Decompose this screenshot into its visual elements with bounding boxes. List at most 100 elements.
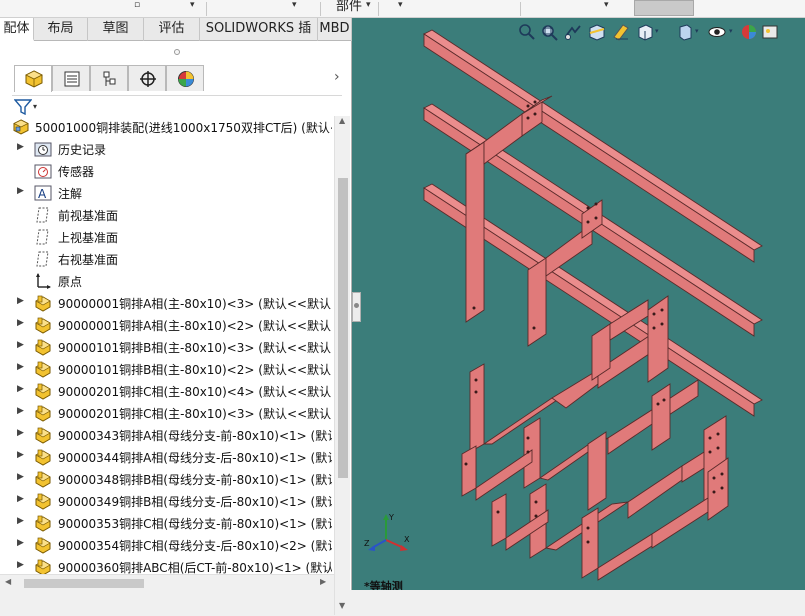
- tree-item-label: 传感器: [58, 165, 95, 179]
- tree-item-label: 90000201铜排C相(主-80x10)<4> (默认<<默认>_显: [58, 385, 332, 399]
- expand-arrow-icon[interactable]: ▶: [17, 472, 24, 482]
- part-icon: [35, 361, 51, 378]
- tree-item-label: 90000101铜排B相(主-80x10)<2> (默认<<默认>_显: [58, 363, 332, 377]
- tab-mbd[interactable]: MBD: [318, 18, 352, 41]
- scroll-left-arrow-icon[interactable]: ◀: [5, 577, 11, 586]
- plane-icon: [36, 207, 49, 223]
- expand-arrow-icon[interactable]: ▶: [17, 142, 24, 152]
- part-icon: [35, 515, 51, 532]
- part-icon: [35, 537, 51, 554]
- tree-item-part[interactable]: ▶ 90000344铜排A相(母线分支-后-80x10)<1> (默认<: [0, 446, 334, 468]
- tree-item-label: 原点: [58, 275, 83, 289]
- toolbar-dropdown-arrow-icon[interactable]: ▾: [292, 0, 297, 10]
- panel-collapse-handle[interactable]: [352, 292, 361, 322]
- parts-label[interactable]: 部件: [336, 0, 362, 14]
- expand-arrow-icon[interactable]: ▶: [17, 318, 24, 328]
- tree-item-label: 历史记录: [58, 143, 107, 157]
- coordinate-triad: Y X Z: [364, 513, 410, 551]
- propertymanager-tab[interactable]: [52, 65, 90, 91]
- toolbar-dropdown-arrow-icon[interactable]: ▾: [398, 0, 403, 10]
- part-icon: [35, 471, 51, 488]
- tab-assembly[interactable]: 配体: [0, 18, 34, 41]
- tab-sketch[interactable]: 草图: [88, 18, 144, 41]
- tree-item-part[interactable]: ▶ 90000349铜排B相(母线分支-后-80x10)<1> (默认<: [0, 490, 334, 512]
- panel-grip-handle[interactable]: [174, 49, 180, 55]
- scroll-down-arrow-icon[interactable]: ▼: [339, 601, 345, 610]
- tab-evaluate[interactable]: 评估: [144, 18, 200, 41]
- toolbar-scroll-icon[interactable]: ▫: [134, 0, 140, 10]
- expand-arrow-icon[interactable]: ▶: [17, 406, 24, 416]
- expand-arrow-icon[interactable]: ▶: [17, 450, 24, 460]
- expand-arrow-icon[interactable]: ▶: [17, 538, 24, 548]
- filter-dropdown-icon[interactable]: ▾: [33, 102, 37, 111]
- tree-root[interactable]: 50001000铜排装配(进线1000x1750双排CT后) (默认<默: [0, 116, 334, 138]
- expand-arrow-icon[interactable]: ▶: [17, 560, 24, 570]
- tree-item-right-plane[interactable]: 右视基准面: [0, 248, 334, 270]
- tree-item-part[interactable]: ▶ 90000001铜排A相(主-80x10)<2> (默认<<默认>_显: [0, 314, 334, 336]
- command-manager-tabs: 配体 布局 草图 评估 SOLIDWORKS 插件 MBD: [0, 18, 352, 58]
- tree-item-label: 90000353铜排C相(母线分支-前-80x10)<1> (默认<: [58, 517, 332, 531]
- tree-item-part[interactable]: ▶ 90000201铜排C相(主-80x10)<4> (默认<<默认>_显: [0, 380, 334, 402]
- tree-item-label: 90000201铜排C相(主-80x10)<3> (默认<<默认>_显: [58, 407, 332, 421]
- expand-arrow-icon[interactable]: ▶: [17, 494, 24, 504]
- dimxpertmanager-tab[interactable]: [128, 65, 166, 91]
- tab-solidworks-addins[interactable]: SOLIDWORKS 插件: [200, 18, 318, 58]
- tree-item-label: 前视基准面: [58, 209, 119, 223]
- configurationmanager-tab[interactable]: [90, 65, 128, 91]
- triad-x-label: X: [404, 535, 410, 544]
- tree-item-label: 90000343铜排A相(母线分支-前-80x10)<1> (默认<: [58, 429, 332, 443]
- expand-arrow-icon[interactable]: ▶: [17, 362, 24, 372]
- part-icon: [35, 339, 51, 356]
- horizontal-scrollbar[interactable]: ◀ ▶: [0, 574, 334, 590]
- horizontal-scroll-thumb[interactable]: [24, 579, 144, 588]
- tree-item-front-plane[interactable]: 前视基准面: [0, 204, 334, 226]
- tree-item-top-plane[interactable]: 上视基准面: [0, 226, 334, 248]
- tree-item-part[interactable]: ▶ 90000101铜排B相(主-80x10)<3> (默认<<默认>_显: [0, 336, 334, 358]
- expand-arrow-icon[interactable]: ▶: [17, 428, 24, 438]
- part-icon: [35, 295, 51, 312]
- toolbar-dropdown-arrow-icon[interactable]: ▾: [366, 0, 371, 10]
- featuremanager-icon: [25, 70, 43, 88]
- expand-arrow-icon[interactable]: ▶: [17, 340, 24, 350]
- chevron-right-icon[interactable]: ›: [334, 69, 340, 85]
- origin-icon: [36, 273, 51, 289]
- scroll-right-arrow-icon[interactable]: ▶: [320, 577, 326, 586]
- tree-item-annotations[interactable]: ▶ A 注解: [0, 182, 334, 204]
- expand-arrow-icon[interactable]: ▶: [17, 384, 24, 394]
- featuremanager-tab[interactable]: [14, 65, 52, 92]
- tree-item-part[interactable]: ▶ 90000101铜排B相(主-80x10)<2> (默认<<默认>_显: [0, 358, 334, 380]
- filter-icon[interactable]: [14, 99, 32, 115]
- sensor-icon: [34, 164, 52, 179]
- scroll-up-arrow-icon[interactable]: ▲: [339, 116, 345, 125]
- expand-arrow-icon[interactable]: ▶: [17, 516, 24, 526]
- tree-item-label: 上视基准面: [58, 231, 119, 245]
- vertical-scrollbar[interactable]: ▲ ▼: [334, 116, 350, 615]
- tree-item-part[interactable]: ▶ 90000201铜排C相(主-80x10)<3> (默认<<默认>_显: [0, 402, 334, 424]
- part-icon: [35, 317, 51, 334]
- feature-manager-panel: › ▾ 50001000铜排装配(进线1000x1750双排CT后) (默认<默…: [0, 41, 352, 615]
- tree-item-part[interactable]: ▶ 90000353铜排C相(母线分支-前-80x10)<1> (默认<: [0, 512, 334, 534]
- tree-item-part[interactable]: ▶ 90000354铜排C相(母线分支-后-80x10)<2> (默认<: [0, 534, 334, 556]
- toolbar-dropdown-arrow-icon[interactable]: ▾: [604, 0, 609, 10]
- tree-item-label: 90000344铜排A相(母线分支-后-80x10)<1> (默认<: [58, 451, 332, 465]
- tab-layout[interactable]: 布局: [34, 18, 88, 41]
- tree-item-part[interactable]: ▶ 90000001铜排A相(主-80x10)<3> (默认<<默认>_显: [0, 292, 334, 314]
- tree-item-sensors[interactable]: 传感器: [0, 160, 334, 182]
- toolbar-button[interactable]: [634, 0, 694, 16]
- tree-item-history[interactable]: ▶ 历史记录: [0, 138, 334, 160]
- tree-item-part[interactable]: ▶ 90000343铜排A相(母线分支-前-80x10)<1> (默认<: [0, 424, 334, 446]
- plane-icon: [36, 251, 49, 267]
- graphics-viewport[interactable]: ▾ ▾ ▾ Y X Z *等轴测: [352, 18, 805, 590]
- svg-text:A: A: [38, 187, 47, 201]
- vertical-scroll-thumb[interactable]: [338, 178, 348, 478]
- toolbar-dropdown-arrow-icon[interactable]: ▾: [190, 0, 195, 10]
- displaymanager-tab[interactable]: [166, 65, 204, 91]
- expand-arrow-icon[interactable]: ▶: [17, 186, 24, 196]
- dimxpertmanager-icon: [140, 71, 156, 87]
- expand-arrow-icon[interactable]: ▶: [17, 296, 24, 306]
- view-orientation-label: *等轴测: [364, 580, 403, 590]
- tree-item-label: 90000354铜排C相(母线分支-后-80x10)<2> (默认<: [58, 539, 332, 553]
- tree-item-part[interactable]: ▶ 90000348铜排B相(母线分支-前-80x10)<1> (默认<: [0, 468, 334, 490]
- tree-item-origin[interactable]: 原点: [0, 270, 334, 292]
- busbar-assembly-model[interactable]: [352, 18, 805, 590]
